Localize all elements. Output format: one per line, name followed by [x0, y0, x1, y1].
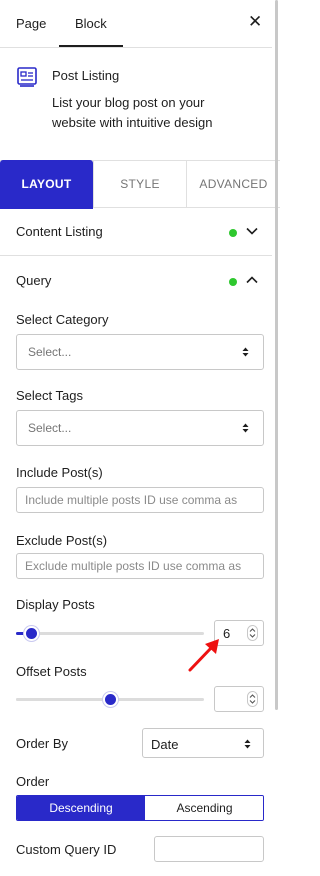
- chevron-up-icon: [246, 276, 258, 284]
- content-listing-section-header[interactable]: Content Listing: [0, 208, 272, 256]
- select-category-dropdown[interactable]: Select...: [16, 334, 264, 370]
- tab-style[interactable]: STYLE: [93, 161, 186, 208]
- offset-posts-number[interactable]: [214, 686, 264, 712]
- annotation-arrow-icon: [188, 639, 219, 672]
- query-section-header[interactable]: Query: [0, 257, 272, 305]
- sort-caret-icon: [242, 423, 249, 433]
- spinner-arrows-icon: [249, 694, 256, 704]
- display-posts-value: 6: [223, 626, 231, 641]
- tab-page[interactable]: Page: [16, 16, 46, 31]
- custom-query-id-input[interactable]: [154, 836, 264, 862]
- display-posts-slider-thumb[interactable]: [24, 626, 40, 641]
- include-posts-field[interactable]: [16, 487, 264, 513]
- select-tags-value: Select...: [28, 421, 72, 435]
- settings-tabs: LAYOUT STYLE ADVANCED: [0, 160, 280, 209]
- order-by-value: Date: [151, 737, 179, 752]
- exclude-posts-input[interactable]: [17, 554, 263, 578]
- status-dot: [229, 278, 237, 286]
- include-posts-input[interactable]: [17, 488, 263, 512]
- number-spinner[interactable]: [247, 691, 258, 707]
- select-tags-label: Select Tags: [16, 388, 83, 403]
- order-descending-button[interactable]: Descending: [17, 796, 145, 820]
- display-posts-label: Display Posts: [16, 597, 95, 612]
- tab-layout[interactable]: LAYOUT: [0, 160, 93, 209]
- offset-posts-slider-fill: [16, 698, 110, 701]
- include-posts-label: Include Post(s): [16, 465, 103, 480]
- number-spinner[interactable]: [247, 625, 258, 641]
- tab-advanced[interactable]: ADVANCED: [186, 161, 280, 208]
- order-by-label: Order By: [16, 736, 69, 751]
- post-listing-icon: [17, 67, 37, 87]
- order-toggle: Descending Ascending: [16, 795, 264, 821]
- tab-block[interactable]: Block: [75, 16, 107, 31]
- select-category-value: Select...: [28, 345, 72, 359]
- scrollbar[interactable]: [275, 0, 278, 710]
- sort-caret-icon: [242, 347, 249, 357]
- spinner-arrows-icon: [249, 628, 256, 638]
- select-tags-dropdown[interactable]: Select...: [16, 410, 264, 446]
- order-ascending-button[interactable]: Ascending: [145, 796, 263, 820]
- chevron-down-icon: [246, 227, 258, 235]
- block-settings-panel: Page Block ✕ Post Listing List your blog…: [0, 0, 280, 876]
- sort-caret-icon: [244, 739, 251, 749]
- display-posts-slider[interactable]: [16, 626, 204, 641]
- offset-posts-slider[interactable]: [16, 692, 204, 707]
- block-title: Post Listing: [52, 68, 120, 83]
- sidebar-tabs: Page Block ✕: [0, 0, 272, 48]
- select-category-label: Select Category: [16, 312, 109, 327]
- status-dot: [229, 229, 237, 237]
- active-tab-indicator: [59, 45, 123, 47]
- offset-posts-slider-thumb[interactable]: [103, 692, 118, 707]
- block-description: List your blog post on your website with…: [52, 95, 213, 130]
- exclude-posts-field[interactable]: [16, 553, 264, 579]
- order-by-dropdown[interactable]: Date: [142, 728, 264, 758]
- order-label: Order: [16, 774, 50, 789]
- custom-query-id-label: Custom Query ID: [16, 842, 117, 857]
- close-icon[interactable]: ✕: [248, 12, 262, 32]
- section-title: Query: [16, 273, 52, 288]
- offset-posts-label: Offset Posts: [16, 664, 87, 679]
- section-title: Content Listing: [16, 224, 103, 239]
- exclude-posts-label: Exclude Post(s): [16, 533, 108, 548]
